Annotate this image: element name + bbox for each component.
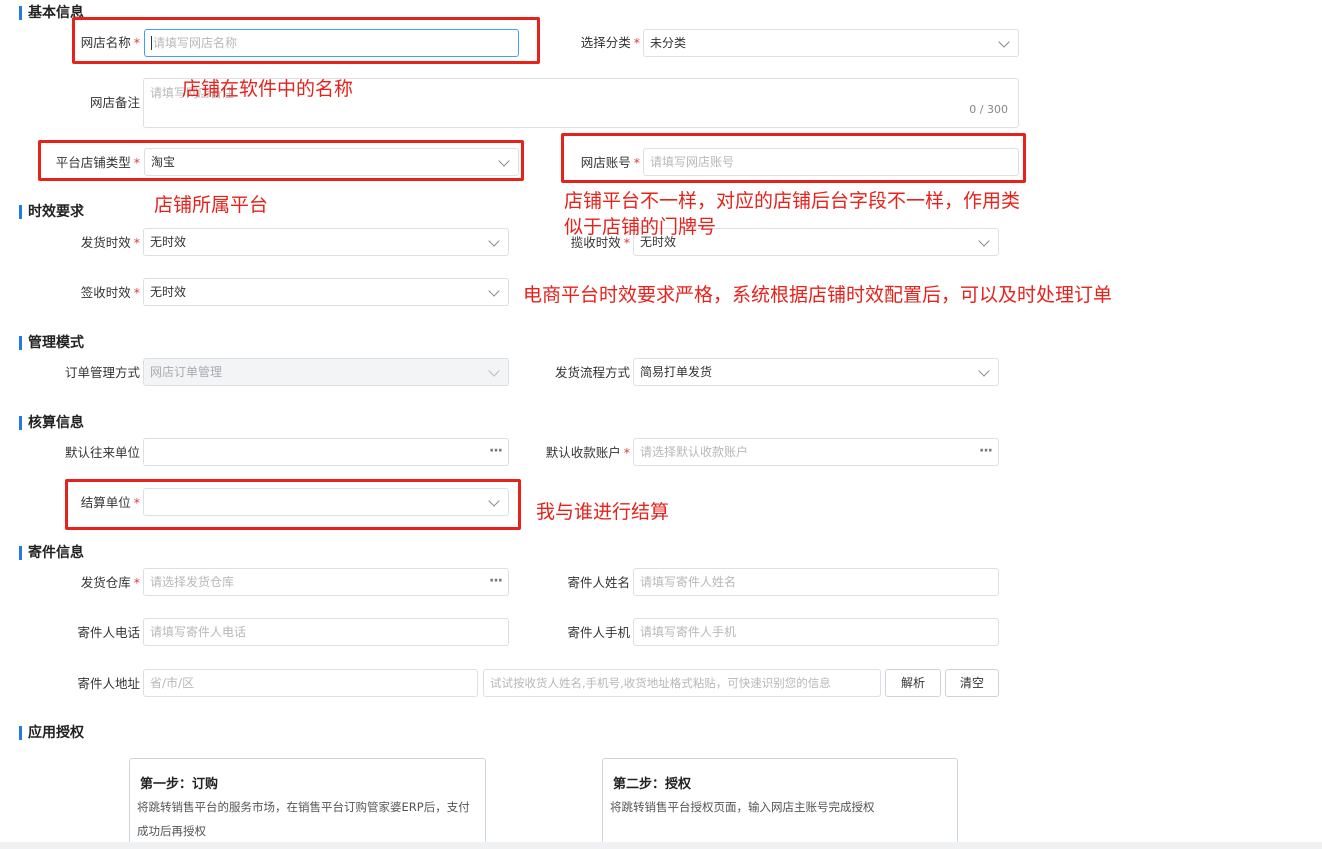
region-input[interactable]: 省/市/区 <box>143 669 478 697</box>
order-mode-label: 订单管理方式 <box>64 365 140 380</box>
remark-counter: 0 / 300 <box>969 103 1008 116</box>
bottom-bar <box>0 842 1322 849</box>
sender-phone-label: 寄件人电话 <box>77 625 140 640</box>
section-title-sender: 寄件信息 <box>19 545 84 561</box>
chevron-down-icon <box>488 365 500 377</box>
ship-time-label: 发货时效 * <box>80 235 140 250</box>
sender-name-input[interactable]: 请填写寄件人姓名 <box>633 568 999 596</box>
annotation-account: 店铺平台不一样，对应的店铺后台字段不一样，作用类似于店铺的门牌号 <box>564 190 1021 238</box>
sign-time-select[interactable]: 无时效 <box>143 278 509 306</box>
chevron-down-icon <box>488 495 500 507</box>
card-description: 将跳转销售平台授权页面，输入网店主账号完成授权 <box>610 800 875 814</box>
default-partner-label: 默认往来单位 <box>64 445 140 460</box>
warehouse-label: 发货仓库 * <box>80 575 140 590</box>
store-account-label: 网店账号 * <box>580 155 640 170</box>
card-title: 第一步：订购 <box>140 777 219 792</box>
order-mode-select: 网店订单管理 <box>143 358 509 386</box>
card-description: 将跳转销售平台的服务市场，在销售平台订购管家婆ERP后，支付成功后再授权 <box>137 800 470 838</box>
chevron-down-icon <box>498 155 510 167</box>
chevron-down-icon <box>998 36 1010 48</box>
sender-address-label: 寄件人地址 <box>77 676 140 691</box>
section-title-accounting: 核算信息 <box>19 415 84 431</box>
chevron-down-icon <box>978 365 990 377</box>
category-label: 选择分类 * <box>580 35 640 50</box>
annotation-settle: 我与谁进行结算 <box>536 501 670 523</box>
authorize-step-card[interactable]: 第二步：授权 将跳转销售平台授权页面，输入网店主账号完成授权 <box>602 758 958 849</box>
section-title-timeliness: 时效要求 <box>19 204 84 220</box>
settle-unit-label: 结算单位 * <box>80 495 140 510</box>
parse-button[interactable]: 解析 <box>885 669 941 697</box>
more-dots-icon[interactable]: ··· <box>979 439 993 463</box>
clear-button[interactable]: 清空 <box>945 669 999 697</box>
text-cursor <box>151 36 152 50</box>
remark-label: 网店备注 <box>89 95 140 110</box>
default-account-input[interactable]: 请选择默认收款账户 ··· <box>633 438 999 466</box>
section-title-management: 管理模式 <box>19 335 84 351</box>
more-dots-icon[interactable]: ··· <box>489 569 503 593</box>
ship-flow-label: 发货流程方式 <box>554 365 630 380</box>
chevron-down-icon <box>488 285 500 297</box>
section-title-basic: 基本信息 <box>19 5 84 21</box>
card-title: 第二步：授权 <box>613 777 692 792</box>
store-account-input[interactable]: 请填写网店账号 <box>643 148 1019 176</box>
chevron-down-icon <box>488 235 500 247</box>
ship-flow-select[interactable]: 简易打单发货 <box>633 358 999 386</box>
settle-unit-select[interactable] <box>143 488 509 516</box>
sign-time-label: 签收时效 * <box>80 285 140 300</box>
store-name-input[interactable]: 请填写网店名称 <box>144 29 519 57</box>
default-account-label: 默认收款账户 * <box>545 445 630 460</box>
address-paste-input[interactable]: 试试按收货人姓名,手机号,收货地址格式粘贴，可快速识别您的信息 <box>483 669 881 697</box>
default-partner-input[interactable]: ··· <box>143 438 509 466</box>
sender-mobile-input[interactable]: 请填写寄件人手机 <box>633 618 999 646</box>
sender-name-label: 寄件人姓名 <box>567 575 630 590</box>
section-title-authorization: 应用授权 <box>19 725 84 741</box>
platform-type-label: 平台店铺类型 * <box>55 155 140 170</box>
warehouse-input[interactable]: 请选择发货仓库 ··· <box>143 568 509 596</box>
annotation-platform: 店铺所属平台 <box>154 194 269 216</box>
store-name-label: 网店名称 * <box>80 35 140 50</box>
more-dots-icon[interactable]: ··· <box>489 439 503 463</box>
annotation-timeliness: 电商平台时效要求严格，系统根据店铺时效配置后，可以及时处理订单 <box>523 284 1113 306</box>
ship-time-select[interactable]: 无时效 <box>143 228 509 256</box>
order-step-card[interactable]: 第一步：订购 将跳转销售平台的服务市场，在销售平台订购管家婆ERP后，支付成功后… <box>129 758 486 849</box>
sender-phone-input[interactable]: 请填写寄件人电话 <box>143 618 509 646</box>
sender-mobile-label: 寄件人手机 <box>567 625 630 640</box>
category-select[interactable]: 未分类 <box>643 29 1019 57</box>
annotation-store-name: 店铺在软件中的名称 <box>182 78 354 100</box>
platform-type-select[interactable]: 淘宝 <box>144 148 519 176</box>
